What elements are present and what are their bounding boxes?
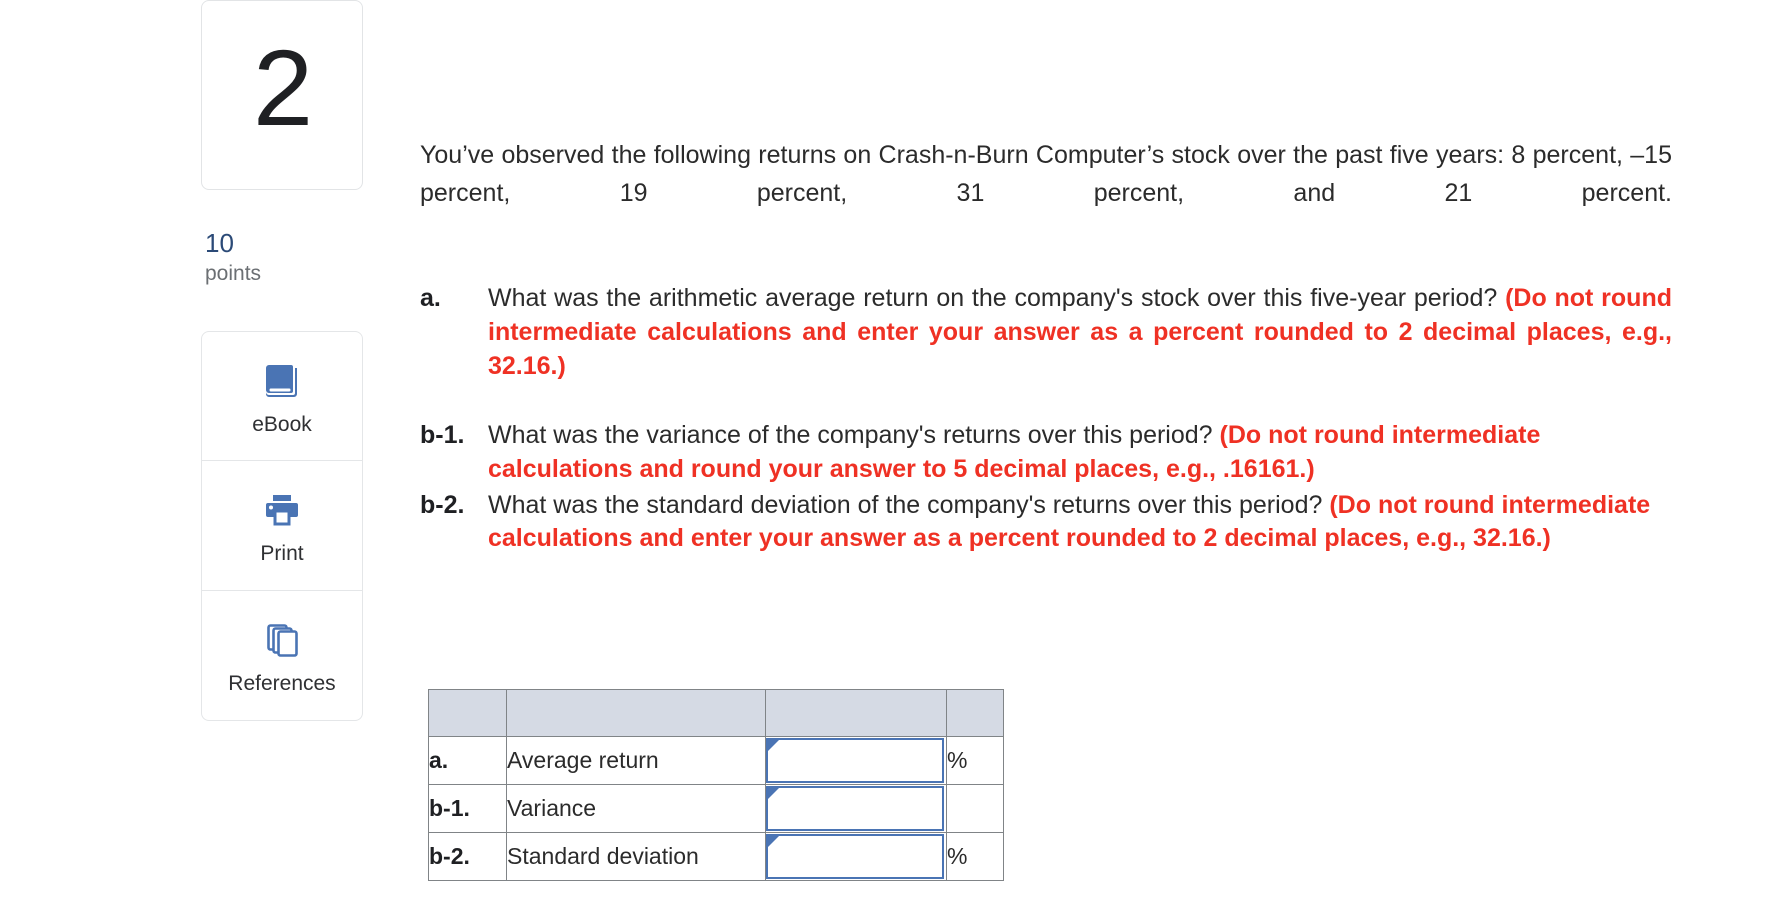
book-icon bbox=[262, 358, 302, 404]
corner-flag-icon bbox=[768, 740, 779, 762]
row-a-label: a. bbox=[428, 736, 507, 785]
answer-table: a. Average return % b-1. Variance b-2. S… bbox=[428, 689, 1004, 881]
row-b1-description: Variance bbox=[506, 784, 766, 833]
part-a-text: What was the arithmetic average return o… bbox=[488, 282, 1672, 417]
ebook-button[interactable]: eBook bbox=[201, 331, 363, 462]
question-part-b2: b-2. What was the standard deviation of … bbox=[420, 489, 1672, 557]
answer-table-header-row bbox=[428, 689, 1004, 737]
question-intro: You’ve observed the following returns on… bbox=[420, 141, 1672, 207]
row-b1-label: b-1. bbox=[428, 784, 507, 833]
average-return-input[interactable] bbox=[768, 740, 942, 781]
part-a-prompt: What was the arithmetic average return o… bbox=[488, 284, 1506, 312]
pages-stack-icon bbox=[262, 617, 302, 663]
print-button[interactable]: Print bbox=[201, 461, 363, 592]
print-label: Print bbox=[260, 542, 304, 566]
header-cell-label bbox=[428, 689, 507, 737]
question-content: You’ve observed the following returns on… bbox=[420, 136, 1672, 558]
points-label: points bbox=[205, 261, 262, 285]
row-a-description: Average return bbox=[506, 736, 766, 785]
table-row: b-1. Variance bbox=[428, 784, 1004, 833]
part-b1-prompt: What was the variance of the company's r… bbox=[488, 421, 1220, 449]
variance-input-box[interactable] bbox=[766, 786, 944, 831]
part-b1-letter: b-1. bbox=[420, 421, 465, 449]
printer-icon bbox=[262, 487, 302, 533]
part-b2-text: What was the standard deviation of the c… bbox=[488, 489, 1672, 557]
table-row: b-2. Standard deviation % bbox=[428, 832, 1004, 881]
row-b1-input-cell[interactable] bbox=[765, 784, 947, 833]
part-b1-text: What was the variance of the company's r… bbox=[488, 419, 1672, 487]
points-value: 10 bbox=[205, 228, 234, 258]
references-label: References bbox=[228, 672, 336, 696]
question-part-b1: b-1. What was the variance of the compan… bbox=[420, 419, 1672, 487]
part-b2-letter: b-2. bbox=[420, 490, 465, 519]
standard-deviation-input-box[interactable] bbox=[766, 834, 944, 879]
question-sidebar: 2 10 points eBook Print References bbox=[201, 0, 365, 722]
points-block: 10 points bbox=[201, 228, 365, 287]
part-a-letter: a. bbox=[420, 284, 441, 312]
row-b2-input-cell[interactable] bbox=[765, 832, 947, 881]
part-b2-prompt: What was the standard deviation of the c… bbox=[488, 490, 1330, 519]
standard-deviation-input[interactable] bbox=[768, 836, 942, 877]
corner-flag-icon bbox=[768, 788, 779, 810]
variance-input[interactable] bbox=[768, 788, 942, 829]
row-b2-description: Standard deviation bbox=[506, 832, 766, 881]
question-part-a: a. What was the arithmetic average retur… bbox=[420, 282, 1672, 417]
row-b2-unit: % bbox=[946, 832, 1004, 881]
row-b2-label: b-2. bbox=[428, 832, 507, 881]
row-a-input-cell[interactable] bbox=[765, 736, 947, 785]
header-cell-unit bbox=[946, 689, 1004, 737]
ebook-label: eBook bbox=[252, 412, 312, 436]
question-number-box: 2 bbox=[201, 0, 363, 190]
row-b1-unit bbox=[946, 784, 1004, 833]
question-number: 2 bbox=[252, 27, 313, 148]
references-button[interactable]: References bbox=[201, 591, 363, 722]
header-cell-desc bbox=[506, 689, 766, 737]
table-row: a. Average return % bbox=[428, 736, 1004, 785]
corner-flag-icon bbox=[768, 836, 779, 858]
question-page: 2 10 points eBook Print References You’v… bbox=[0, 0, 1769, 903]
row-a-unit: % bbox=[946, 736, 1004, 785]
question-parts: a. What was the arithmetic average retur… bbox=[420, 282, 1672, 556]
average-return-input-box[interactable] bbox=[766, 738, 944, 783]
header-cell-value bbox=[765, 689, 947, 737]
tool-button-stack: eBook Print References bbox=[201, 331, 363, 722]
